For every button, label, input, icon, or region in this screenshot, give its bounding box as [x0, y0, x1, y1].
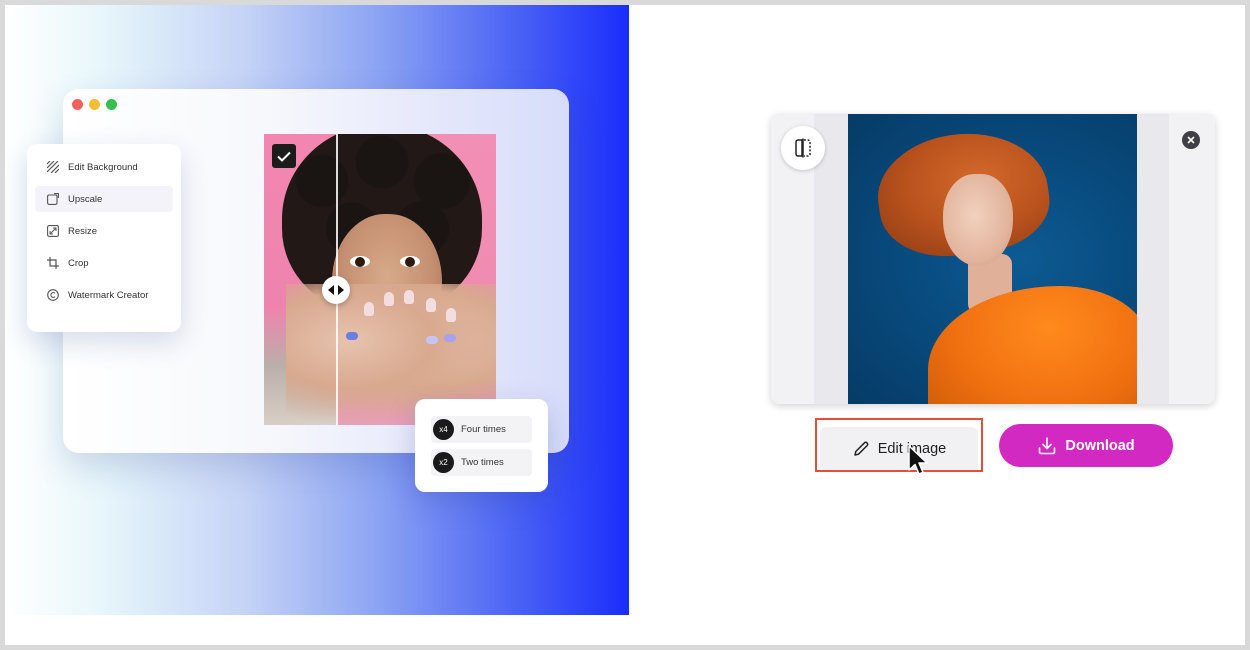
tool-label: Edit Background	[68, 161, 138, 173]
preview-margin-right	[1137, 114, 1169, 404]
nail	[384, 292, 394, 306]
mouse-cursor-icon	[908, 445, 928, 475]
nail	[446, 308, 456, 322]
pencil-icon	[852, 440, 870, 458]
scale-label: Two times	[461, 457, 504, 468]
tool-resize[interactable]: Resize	[35, 218, 173, 244]
scale-badge: x4	[433, 419, 454, 440]
scale-option-x4[interactable]: x4 Four times	[431, 416, 532, 443]
tools-menu: Edit Background Upscale Resize Crop Wate…	[27, 144, 181, 332]
resize-icon	[46, 224, 60, 238]
portrait-face	[943, 174, 1013, 266]
close-icon	[1187, 136, 1195, 144]
window-maximize-dot	[106, 99, 117, 110]
nail	[364, 302, 374, 316]
upscale-icon	[46, 192, 60, 206]
right-eye	[400, 256, 420, 267]
tool-crop[interactable]: Crop	[35, 250, 173, 276]
tool-label: Resize	[68, 225, 98, 237]
crop-icon	[46, 256, 60, 270]
nail	[426, 298, 436, 312]
pattern-icon	[46, 160, 60, 174]
before-after-photo	[264, 134, 496, 425]
window-minimize-dot	[89, 99, 100, 110]
hero-illustration: Edit Background Upscale Resize Crop Wate…	[5, 5, 629, 615]
nail	[404, 290, 414, 304]
tool-edit-background[interactable]: Edit Background	[35, 154, 173, 180]
split-view-button[interactable]	[781, 126, 825, 170]
split-view-icon	[795, 138, 811, 158]
portrait-image	[848, 114, 1137, 404]
window-close-dot	[72, 99, 83, 110]
upscale-options-card: x4 Four times x2 Two times	[415, 399, 548, 492]
tool-label: Watermark Creator	[68, 289, 149, 301]
compare-slider-handle[interactable]	[322, 276, 350, 304]
checkmark-badge	[272, 144, 296, 168]
download-button[interactable]: Download	[999, 424, 1173, 467]
copyright-icon	[46, 288, 60, 302]
portrait-shirt	[928, 286, 1137, 404]
tool-label: Crop	[68, 257, 89, 269]
ring	[426, 336, 438, 344]
checkmark-icon	[277, 151, 291, 162]
ring	[444, 334, 456, 342]
edit-image-button[interactable]: Edit image	[820, 427, 978, 471]
download-icon	[1037, 436, 1057, 456]
tool-label: Upscale	[68, 193, 103, 205]
scale-label: Four times	[461, 424, 506, 435]
scale-option-x2[interactable]: x2 Two times	[431, 449, 532, 476]
page-frame: Edit Background Upscale Resize Crop Wate…	[5, 5, 1245, 645]
close-button[interactable]	[1182, 131, 1200, 149]
download-label: Download	[1065, 437, 1135, 454]
tool-watermark-creator[interactable]: Watermark Creator	[35, 282, 173, 308]
scale-badge: x2	[433, 452, 454, 473]
ring	[346, 332, 358, 340]
image-preview-card	[771, 114, 1215, 404]
arrows-left-right-icon	[328, 285, 344, 295]
tool-upscale[interactable]: Upscale	[35, 186, 173, 212]
left-eye	[350, 256, 370, 267]
